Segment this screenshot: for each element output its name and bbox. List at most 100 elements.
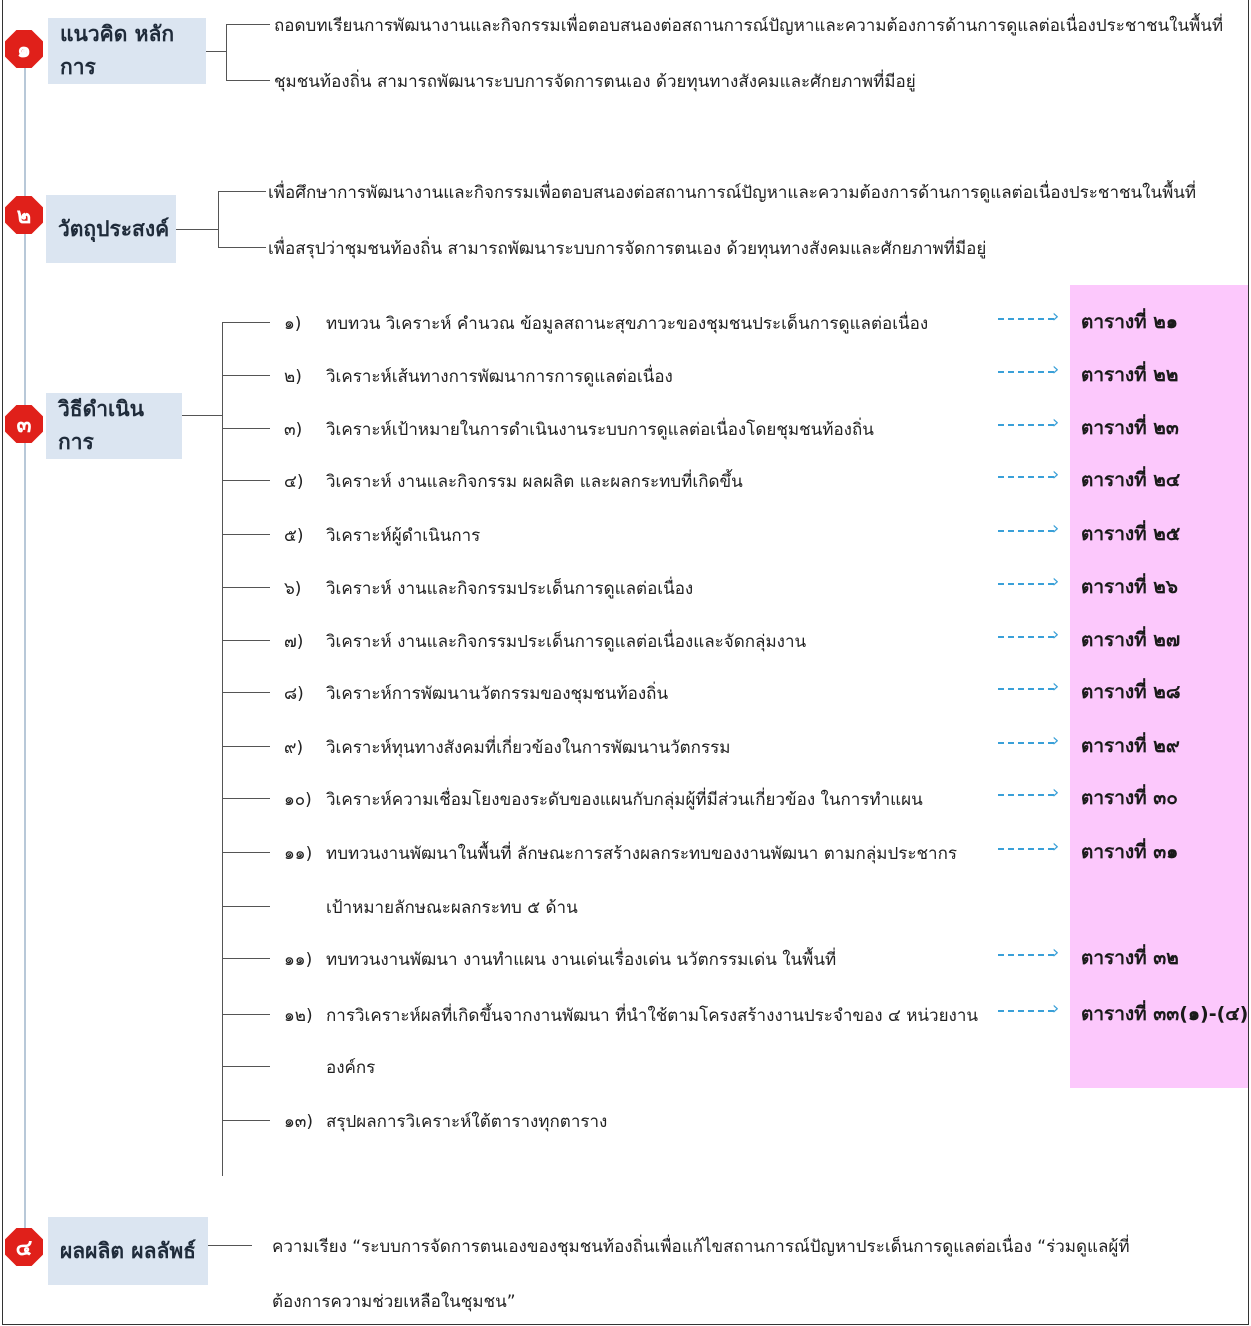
dashed-arrow (998, 688, 1054, 690)
table-reference: ตารางที่ ๒๓ (1081, 417, 1179, 439)
table-reference: ตารางที่ ๒๖ (1081, 576, 1178, 598)
arrowhead-icon: › (1052, 571, 1060, 592)
connector (218, 191, 266, 192)
arrowhead-icon: › (1052, 306, 1060, 327)
step-text: ทบทวนงานพัฒนา งานทำแผน งานเด่นเรื่องเด่น… (326, 950, 837, 970)
step-item: ๔) วิเคราะห์ งานและกิจกรรม ผลผลิต และผลกร… (284, 468, 743, 495)
connector (206, 51, 226, 52)
table-reference: ตารางที่ ๒๗ (1081, 629, 1181, 651)
section-2-label: วัตถุประสงค์ (46, 195, 176, 263)
connector (182, 415, 222, 416)
step-text: วิเคราะห์ งานและกิจกรรมประเด็นการดูแลต่อ… (326, 579, 694, 599)
arrowhead-icon: › (1052, 782, 1060, 803)
section-1-label: แนวคิด หลักการ (48, 18, 206, 84)
step-number: ๙) (284, 738, 304, 758)
arrowhead-icon: › (1052, 676, 1060, 697)
step-text: วิเคราะห์ งานและกิจกรรมประเด็นการดูแลต่อ… (326, 632, 807, 652)
step-item: ๒) วิเคราะห์เส้นทางการพัฒนาการการดูแลต่อเ… (284, 363, 673, 390)
step-item: เป้าหมายลักษณะผลกระทบ ๕ ด้าน (284, 894, 578, 921)
step-branch (222, 1014, 270, 1015)
arrowhead-icon: › (1052, 942, 1060, 963)
step-number: ๑๑) (284, 950, 313, 970)
table-reference: ตารางที่ ๒๙ (1081, 735, 1180, 757)
steps-trunk (222, 322, 223, 1176)
arrowhead-icon: › (1052, 412, 1060, 433)
connector (208, 1245, 252, 1246)
step-text: วิเคราะห์การพัฒนานวัตกรรมของชุมชนท้องถิ่… (326, 684, 669, 704)
step-branch (222, 958, 270, 959)
table-reference: ตารางที่ ๒๔ (1081, 469, 1181, 491)
dashed-arrow (998, 742, 1054, 744)
dashed-arrow (998, 530, 1054, 532)
step-branch (222, 692, 270, 693)
step-branch (222, 1066, 270, 1067)
table-reference: ตารางที่ ๒๒ (1081, 364, 1179, 386)
step-branch (222, 852, 270, 853)
step-item: ๗) วิเคราะห์ งานและกิจกรรมประเด็นการดูแลต… (284, 628, 806, 655)
step-number: ๔) (284, 472, 304, 492)
dashed-arrow (998, 476, 1054, 478)
arrowhead-icon: › (1052, 359, 1060, 380)
table-reference: ตารางที่ ๒๕ (1081, 523, 1181, 545)
arrowhead-icon: › (1052, 464, 1060, 485)
step-item: ๖) วิเคราะห์ งานและกิจกรรมประเด็นการดูแลต… (284, 575, 693, 602)
arrowhead-icon: › (1052, 730, 1060, 751)
step-number: ๑) (284, 314, 302, 334)
arrowhead-icon: › (1052, 836, 1060, 857)
connector (176, 229, 218, 230)
connector (218, 191, 219, 247)
step-item: ๑๑) ทบทวนงานพัฒนาในพื้นที่ ลักษณะการสร้าง… (284, 840, 957, 867)
table-reference: ตารางที่ ๓๓(๑)-(๔) (1081, 1003, 1249, 1025)
dashed-arrow (998, 1010, 1054, 1012)
dashed-arrow (998, 318, 1054, 320)
section-1-badge: ๑ (5, 30, 43, 68)
table-reference: ตารางที่ ๓๒ (1081, 947, 1179, 969)
connector (226, 80, 270, 81)
section-4-label: ผลผลิต ผลลัพธ์ (48, 1217, 208, 1285)
dashed-arrow (998, 636, 1054, 638)
step-number: ๘) (284, 684, 304, 704)
dashed-arrow (998, 954, 1054, 956)
step-text: วิเคราะห์เส้นทางการพัฒนาการการดูแลต่อเนื… (326, 367, 673, 387)
step-text: การวิเคราะห์ผลที่เกิดขึ้นจากงานพัฒนา ที่… (326, 1006, 979, 1026)
step-text: ทบทวน วิเคราะห์ คำนวณ ข้อมูลสถานะสุขภาวะ… (326, 314, 929, 334)
step-branch (222, 746, 270, 747)
section-2-line-1: เพื่อศึกษาการพัฒนางานและกิจกรรมเพื่อตอบส… (268, 183, 1197, 203)
step-item: ๘) วิเคราะห์การพัฒนานวัตกรรมของชุมชนท้องถ… (284, 680, 668, 707)
arrowhead-icon: › (1052, 998, 1060, 1019)
connector (226, 24, 270, 25)
step-text: ทบทวนงานพัฒนาในพื้นที่ ลักษณะการสร้างผลก… (326, 844, 958, 864)
step-branch (222, 428, 270, 429)
arrowhead-icon: › (1052, 624, 1060, 645)
step-branch (222, 1120, 270, 1121)
step-number: ๗) (284, 632, 304, 652)
step-number: ๕) (284, 526, 304, 546)
table-reference: ตารางที่ ๒๘ (1081, 681, 1181, 703)
step-item: องค์กร (284, 1054, 375, 1081)
arrowhead-icon: › (1052, 518, 1060, 539)
connector (218, 247, 266, 248)
step-number: ๒) (284, 367, 302, 387)
table-reference: ตารางที่ ๓๑ (1081, 841, 1179, 863)
step-number: ๓) (284, 420, 303, 440)
step-branch (222, 587, 270, 588)
step-number: ๑๐) (284, 790, 312, 810)
section-4-line-2: ต้องการความช่วยเหลือในชุมชน” (272, 1292, 516, 1312)
section-1-line-1: ถอดบทเรียนการพัฒนางานและกิจกรรมเพื่อตอบส… (274, 16, 1224, 36)
step-text: สรุปผลการวิเคราะห์ใต้ตารางทุกตาราง (326, 1112, 608, 1132)
section-2-line-2: เพื่อสรุปว่าชุมชนท้องถิ่น สามารถพัฒนาระบ… (268, 239, 987, 259)
step-item: ๑๑) ทบทวนงานพัฒนา งานทำแผน งานเด่นเรื่องเ… (284, 946, 836, 973)
step-item: ๑๐) วิเคราะห์ความเชื่อมโยงของระดับของแผนก… (284, 786, 923, 813)
section-4-line-1: ความเรียง “ระบบการจัดการตนเองของชุมชนท้อ… (272, 1237, 1130, 1257)
step-text: วิเคราะห์ความเชื่อมโยงของระดับของแผนกับก… (326, 790, 923, 810)
dashed-arrow (998, 371, 1054, 373)
step-text: องค์กร (326, 1058, 376, 1078)
step-item: ๓) วิเคราะห์เป้าหมายในการดำเนินงานระบบการ… (284, 416, 874, 443)
step-text: เป้าหมายลักษณะผลกระทบ ๕ ด้าน (326, 898, 578, 918)
dashed-arrow (998, 424, 1054, 426)
step-text: วิเคราะห์ทุนทางสังคมที่เกี่ยวข้องในการพั… (326, 738, 731, 758)
step-branch (222, 322, 270, 323)
step-text: วิเคราะห์ผู้ดำเนินการ (326, 526, 481, 546)
dashed-arrow (998, 583, 1054, 585)
section-1-line-2: ชุมชนท้องถิ่น สามารถพัฒนาระบบการจัดการตน… (274, 72, 916, 92)
